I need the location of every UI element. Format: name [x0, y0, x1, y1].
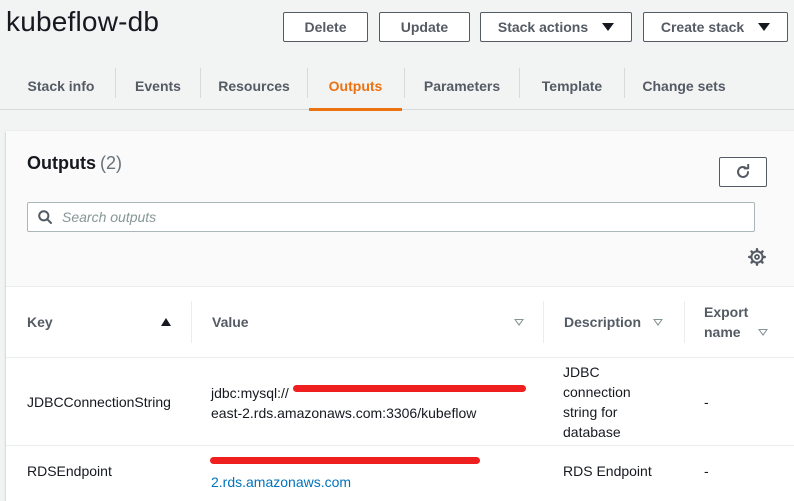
tab-bar: Stack info Events Resources Outputs Para… — [0, 62, 794, 111]
row-divider — [6, 445, 794, 446]
create-stack-dropdown[interactable]: Create stack — [643, 12, 788, 42]
tab-resources[interactable]: Resources — [207, 62, 301, 110]
tab-outputs[interactable]: Outputs — [309, 62, 402, 111]
update-button-label: Update — [400, 19, 449, 35]
row-description: RDS Endpoint — [563, 463, 652, 479]
redaction-mark — [210, 457, 480, 464]
tab-divider — [404, 68, 405, 98]
sort-ascending-icon[interactable] — [161, 318, 171, 326]
search-box[interactable] — [27, 202, 755, 232]
column-header-key[interactable]: Key — [27, 287, 53, 357]
search-input[interactable] — [62, 209, 722, 225]
tab-divider — [307, 68, 308, 98]
stack-actions-dropdown[interactable]: Stack actions — [480, 12, 632, 42]
column-divider — [684, 301, 685, 343]
create-stack-label: Create stack — [660, 19, 745, 35]
description-line: connection — [563, 384, 631, 400]
row-key: RDSEndpoint — [27, 463, 112, 479]
delete-button-label: Delete — [304, 19, 347, 35]
stack-actions-label: Stack actions — [497, 19, 589, 35]
tab-events[interactable]: Events — [122, 62, 194, 110]
sort-descending-icon[interactable] — [653, 319, 663, 326]
row-key: JDBCConnectionString — [27, 394, 171, 410]
tab-divider — [200, 68, 201, 98]
delete-button[interactable]: Delete — [283, 12, 368, 42]
outputs-panel-header: Outputs (2) — [6, 131, 794, 287]
column-header-value[interactable]: Value — [212, 287, 249, 357]
tab-parameters[interactable]: Parameters — [412, 62, 512, 110]
tab-template[interactable]: Template — [526, 62, 618, 110]
row-description: JDBC connection string for database — [563, 362, 631, 442]
update-button[interactable]: Update — [379, 12, 470, 42]
outputs-count: (2) — [100, 153, 122, 173]
sort-descending-icon[interactable] — [758, 329, 768, 336]
outputs-title: Outputs — [27, 153, 96, 173]
tab-divider — [519, 68, 520, 98]
caret-down-icon — [602, 23, 615, 31]
column-header-export-name[interactable]: Export name — [704, 287, 748, 357]
column-divider — [543, 301, 544, 343]
row-export-name: - — [704, 394, 709, 410]
row-divider — [6, 357, 794, 358]
outputs-panel: Outputs(2) Key — [6, 131, 794, 501]
tab-stack-info[interactable]: Stack info — [14, 62, 108, 110]
tab-divider — [624, 68, 625, 98]
column-divider — [191, 301, 192, 343]
export-header-line2: name — [704, 324, 741, 340]
search-icon — [38, 210, 52, 224]
refresh-button[interactable] — [719, 157, 767, 187]
refresh-icon — [737, 164, 750, 178]
value-line: east-2.rds.amazonaws.com:3306/kubeflow — [211, 405, 477, 421]
row-value-link[interactable]: 2.rds.amazonaws.com — [211, 472, 351, 492]
stack-title: kubeflow-db — [6, 6, 160, 37]
tab-divider — [115, 68, 116, 98]
description-line: database — [563, 424, 621, 440]
description-line: string for — [563, 404, 618, 420]
description-line: JDBC — [563, 364, 600, 380]
caret-down-icon — [758, 23, 771, 31]
row-export-name: - — [704, 463, 709, 479]
redaction-mark — [293, 385, 526, 392]
sort-descending-icon[interactable] — [514, 319, 524, 326]
export-header-line1: Export — [704, 304, 749, 320]
column-header-description[interactable]: Description — [564, 287, 641, 357]
gear-icon[interactable] — [748, 248, 766, 266]
outputs-heading: Outputs (2) — [27, 153, 122, 174]
tab-change-sets[interactable]: Change sets — [632, 62, 736, 110]
